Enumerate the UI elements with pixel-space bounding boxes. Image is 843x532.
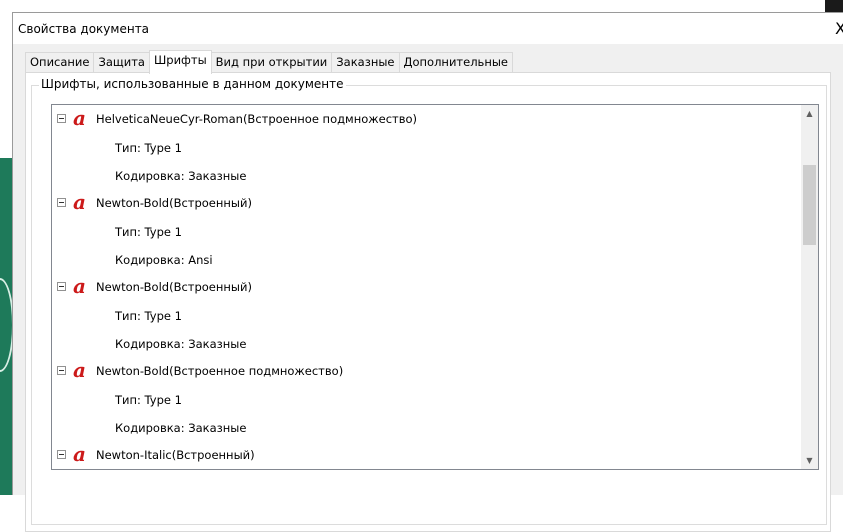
tree-font-item[interactable]: a Newton-Bold(Встроенный) [52,189,802,217]
background-app-strip [0,158,14,495]
font-encoding: Кодировка: Заказные [115,169,247,183]
font-encoding: Кодировка: Заказные [115,337,247,351]
tab-advanced[interactable]: Дополнительные [398,52,513,73]
tab-fonts[interactable]: Шрифты [148,50,212,74]
background-corner [825,0,843,12]
scroll-down-arrow-icon[interactable]: ▼ [801,452,818,469]
acrobat-font-icon: a [73,274,86,298]
tree-font-property[interactable]: Тип: Type 1 [52,133,802,161]
tree-font-property[interactable]: Кодировка: Заказные [52,161,802,189]
tree-font-item[interactable]: a Newton-Italic(Встроенный) [52,441,802,469]
tree-font-item[interactable]: a HelveticaNeueCyr-Roman(Встроенное подм… [52,105,802,133]
tab-strip: Описание Защита Шрифты Вид при открытии … [25,50,513,74]
fonts-group: Шрифты, использованные в данном документ… [31,77,827,525]
tree-font-property[interactable]: Тип: Type 1 [52,301,802,329]
font-type: Тип: Type 1 [115,141,182,155]
acrobat-font-icon: a [73,190,86,214]
tree-font-property[interactable]: Тип: Type 1 [52,217,802,245]
tab-security[interactable]: Защита [93,52,150,73]
fonts-tree-rows: a HelveticaNeueCyr-Roman(Встроенное подм… [52,105,802,469]
font-type: Тип: Type 1 [115,225,182,239]
acrobat-font-icon: a [73,442,86,466]
acrobat-font-icon: a [73,358,86,382]
tree-font-item[interactable]: a Newton-Bold(Встроенное подмножество) [52,357,802,385]
font-name: Newton-Bold(Встроенный) [96,280,252,294]
tree-font-property[interactable]: Тип: Type 1 [52,385,802,413]
fonts-group-legend: Шрифты, использованные в данном документ… [39,77,346,91]
title-bar[interactable]: Свойства документа X [13,13,843,44]
tab-description[interactable]: Описание [25,52,95,73]
vertical-scrollbar[interactable]: ▲ ▼ [801,105,818,469]
font-name: Newton-Bold(Встроенное подмножество) [96,364,344,378]
font-encoding: Кодировка: Ansi [115,253,213,267]
font-name: Newton-Bold(Встроенный) [96,196,252,210]
acrobat-font-icon: a [73,106,86,130]
collapse-toggle-icon[interactable] [57,366,66,375]
font-name: Newton-Italic(Встроенный) [96,448,255,462]
font-type: Тип: Type 1 [115,393,182,407]
tree-font-property[interactable]: Кодировка: Ansi [52,245,802,273]
tree-font-property[interactable]: Кодировка: Заказные [52,329,802,357]
collapse-toggle-icon[interactable] [57,450,66,459]
dialog-body: Описание Защита Шрифты Вид при открытии … [13,44,843,532]
close-button[interactable]: X [835,19,843,38]
scrollbar-thumb[interactable] [803,165,816,245]
dialog-title: Свойства документа [18,22,150,36]
document-properties-dialog: Свойства документа X Описание Защита Шри… [12,12,843,532]
font-type: Тип: Type 1 [115,309,182,323]
font-name: HelveticaNeueCyr-Roman(Встроенное подмно… [96,112,418,126]
collapse-toggle-icon[interactable] [57,282,66,291]
tree-font-property[interactable]: Кодировка: Заказные [52,413,802,441]
tab-custom[interactable]: Заказные [331,52,400,73]
scroll-up-arrow-icon[interactable]: ▲ [801,105,818,122]
collapse-toggle-icon[interactable] [57,198,66,207]
tab-initial-view[interactable]: Вид при открытии [210,52,333,73]
collapse-toggle-icon[interactable] [57,114,66,123]
font-encoding: Кодировка: Заказные [115,421,247,435]
tree-font-item[interactable]: a Newton-Bold(Встроенный) [52,273,802,301]
fonts-tree[interactable]: a HelveticaNeueCyr-Roman(Встроенное подм… [51,104,819,470]
fonts-tab-page: Шрифты, использованные в данном документ… [25,72,831,532]
